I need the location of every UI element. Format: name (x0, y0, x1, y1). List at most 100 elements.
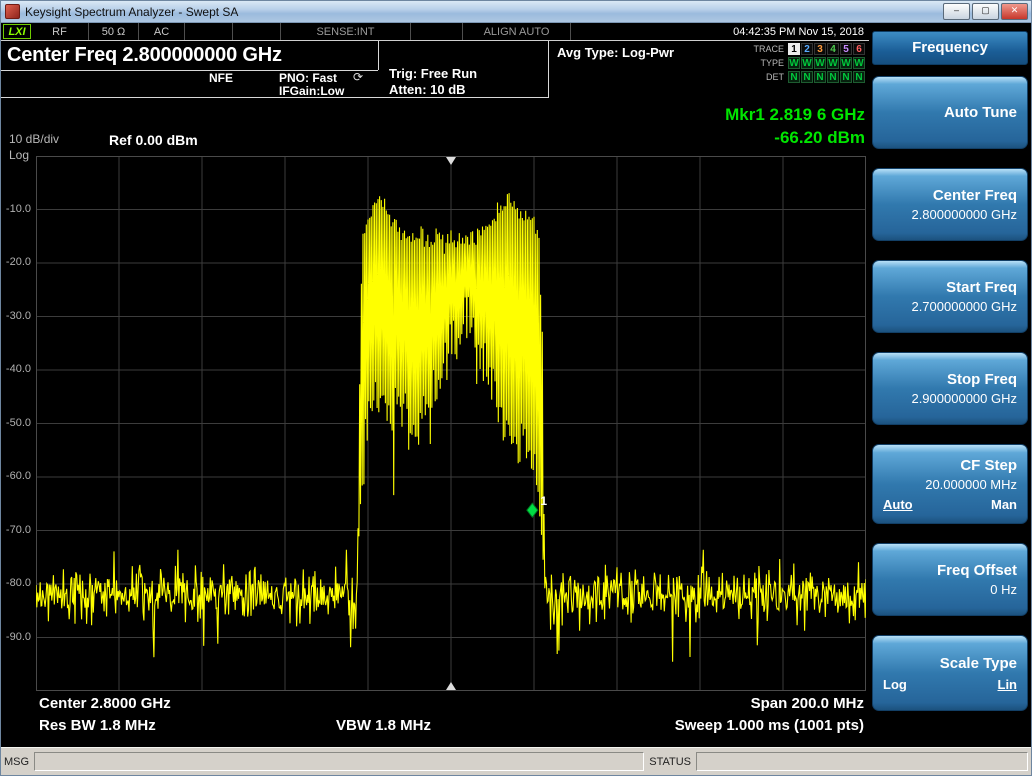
trace-cell: N (827, 70, 839, 83)
coupling-annunciator: AC (139, 23, 185, 40)
pno-loop-icon: ⟳ (353, 70, 364, 84)
trace-cell: W (801, 56, 813, 69)
rbw-annotation: Res BW 1.8 MHz (39, 717, 156, 734)
softkey-value: 20.000000 MHz (925, 476, 1017, 492)
softkey-value: 2.700000000 GHz (911, 299, 1017, 314)
trace-number-cells: 123456 (788, 42, 865, 55)
trace-type-cells: WWWWWW (788, 56, 865, 69)
avg-type-annotation: Avg Type: Log-Pwr (557, 45, 674, 60)
annunciator-spacer (185, 23, 233, 40)
menu-title: Frequency (872, 31, 1028, 65)
trace-cell: W (788, 56, 800, 69)
graticule: 1 (36, 156, 866, 691)
trace-cell: W (827, 56, 839, 69)
y-axis-label: -40.0 (5, 363, 31, 375)
impedance-annunciator: 50 Ω (89, 23, 139, 40)
vbw-annotation: VBW 1.8 MHz (336, 717, 432, 734)
minimize-button[interactable]: – (943, 3, 970, 20)
trace-cell: 2 (801, 42, 813, 55)
softkey-toggle-row: Log Lin (883, 677, 1017, 692)
trace-cell: 5 (840, 42, 852, 55)
softkey-freq-offset[interactable]: Freq Offset 0 Hz (872, 543, 1028, 616)
trace-cell: 6 (853, 42, 865, 55)
annunciator-spacer (233, 23, 281, 40)
y-axis-label: -90.0 (5, 630, 31, 643)
sense-annunciator: SENSE:INT (281, 23, 411, 40)
trace-row-label: TRACE (753, 43, 784, 54)
sweep-annotation: Sweep 1.000 ms (1001 pts) (674, 717, 864, 734)
softkey-list: Auto Tune Center Freq 2.800000000 GHz St… (872, 76, 1028, 711)
softkey-start-freq[interactable]: Start Freq 2.700000000 GHz (872, 260, 1028, 333)
softkey-label: Center Freq (932, 187, 1017, 204)
toggle-log[interactable]: Log (883, 677, 907, 692)
trace-cell: 1 (788, 42, 800, 55)
span-annotation: Span 200.0 MHz (750, 695, 864, 712)
softkey-label: Freq Offset (936, 562, 1017, 579)
softkey-label: Start Freq (946, 279, 1017, 296)
y-axis-label: -70.0 (5, 523, 31, 536)
lxi-badge: LXI (3, 24, 31, 39)
trace-cell: N (840, 70, 852, 83)
window-titlebar[interactable]: Keysight Spectrum Analyzer - Swept SA – … (1, 1, 1031, 23)
center-freq-tick-top-icon (446, 157, 456, 165)
marker-1-diamond-icon[interactable] (526, 502, 539, 518)
window-title: Keysight Spectrum Analyzer - Swept SA (25, 4, 239, 19)
det-row-label: DET (766, 71, 784, 82)
center-freq-tick-bottom-icon (446, 682, 456, 690)
trigger-annotation: Trig: Free Run (389, 66, 478, 81)
y-axis-label: -60.0 (5, 470, 31, 482)
softkey-center-freq[interactable]: Center Freq 2.800000000 GHz (872, 168, 1028, 241)
status-label: STATUS (649, 755, 691, 768)
toggle-lin[interactable]: Lin (998, 677, 1018, 692)
softkey-menu: Frequency Auto Tune Center Freq 2.800000… (869, 23, 1031, 749)
type-row-label: TYPE (760, 57, 784, 68)
pno-annotation: PNO: Fast (279, 71, 338, 85)
status-field (696, 752, 1028, 771)
toggle-auto[interactable]: Auto (883, 497, 913, 512)
trace-cell: W (853, 56, 865, 69)
measurement-header: Center Freq 2.800000000 GHz NFE PNO: Fas… (1, 41, 871, 98)
trace-cell: 3 (814, 42, 826, 55)
softkey-scale-type[interactable]: Scale Type Log Lin (872, 635, 1028, 711)
scale-div-annotation: 10 dB/div (9, 132, 60, 146)
message-field (34, 752, 645, 771)
annunciator-bar: LXI RF 50 Ω AC SENSE:INT ALIGN AUTO 04:4… (1, 23, 871, 41)
marker-readout-ampl: -66.20 dBm (774, 128, 865, 147)
softkey-stop-freq[interactable]: Stop Freq 2.900000000 GHz (872, 352, 1028, 425)
spectrum-analyzer-window: Keysight Spectrum Analyzer - Swept SA – … (0, 0, 1032, 776)
center-freq-display: Center Freq 2.800000000 GHz (7, 44, 282, 66)
separator (548, 41, 549, 98)
window-controls: – ▢ ✕ (943, 3, 1031, 20)
marker-1-number: 1 (540, 494, 547, 508)
trace-cell: W (814, 56, 826, 69)
trace-status-block: TRACE 123456 TYPE WWWWWW DET NNNNNN (753, 42, 865, 84)
separator (1, 97, 548, 98)
trace-cell: W (840, 56, 852, 69)
softkey-auto-tune[interactable]: Auto Tune (872, 76, 1028, 149)
marker-readout-freq: Mkr1 2.819 6 GHz (725, 105, 865, 124)
maximize-button[interactable]: ▢ (972, 3, 999, 20)
annunciator-spacer (411, 23, 463, 40)
softkey-label: Stop Freq (947, 371, 1017, 388)
softkey-cf-step[interactable]: CF Step 20.000000 MHz Auto Man (872, 444, 1028, 524)
close-button[interactable]: ✕ (1001, 3, 1028, 20)
trace-cell: N (853, 70, 865, 83)
rf-annunciator: RF (31, 23, 89, 40)
y-axis-label: -10.0 (5, 202, 31, 215)
trace-cell: N (814, 70, 826, 83)
separator (378, 41, 379, 70)
ifgain-annotation: IFGain:Low (279, 84, 345, 98)
app-icon (5, 4, 20, 19)
trace-det-cells: NNNNNN (788, 70, 865, 83)
softkey-toggle-row: Auto Man (883, 497, 1017, 512)
toggle-man[interactable]: Man (991, 497, 1017, 512)
y-axis-label: -20.0 (5, 256, 31, 268)
ref-level-annotation: Ref 0.00 dBm (109, 132, 198, 148)
softkey-label: Auto Tune (943, 104, 1017, 121)
trace-cell: N (801, 70, 813, 83)
trace-cell: N (788, 70, 800, 83)
atten-annotation: Atten: 10 dB (389, 82, 466, 97)
y-axis-label: -30.0 (5, 309, 31, 322)
message-status-bar: MSG STATUS (1, 747, 1031, 775)
softkey-label: Scale Type (939, 654, 1017, 672)
